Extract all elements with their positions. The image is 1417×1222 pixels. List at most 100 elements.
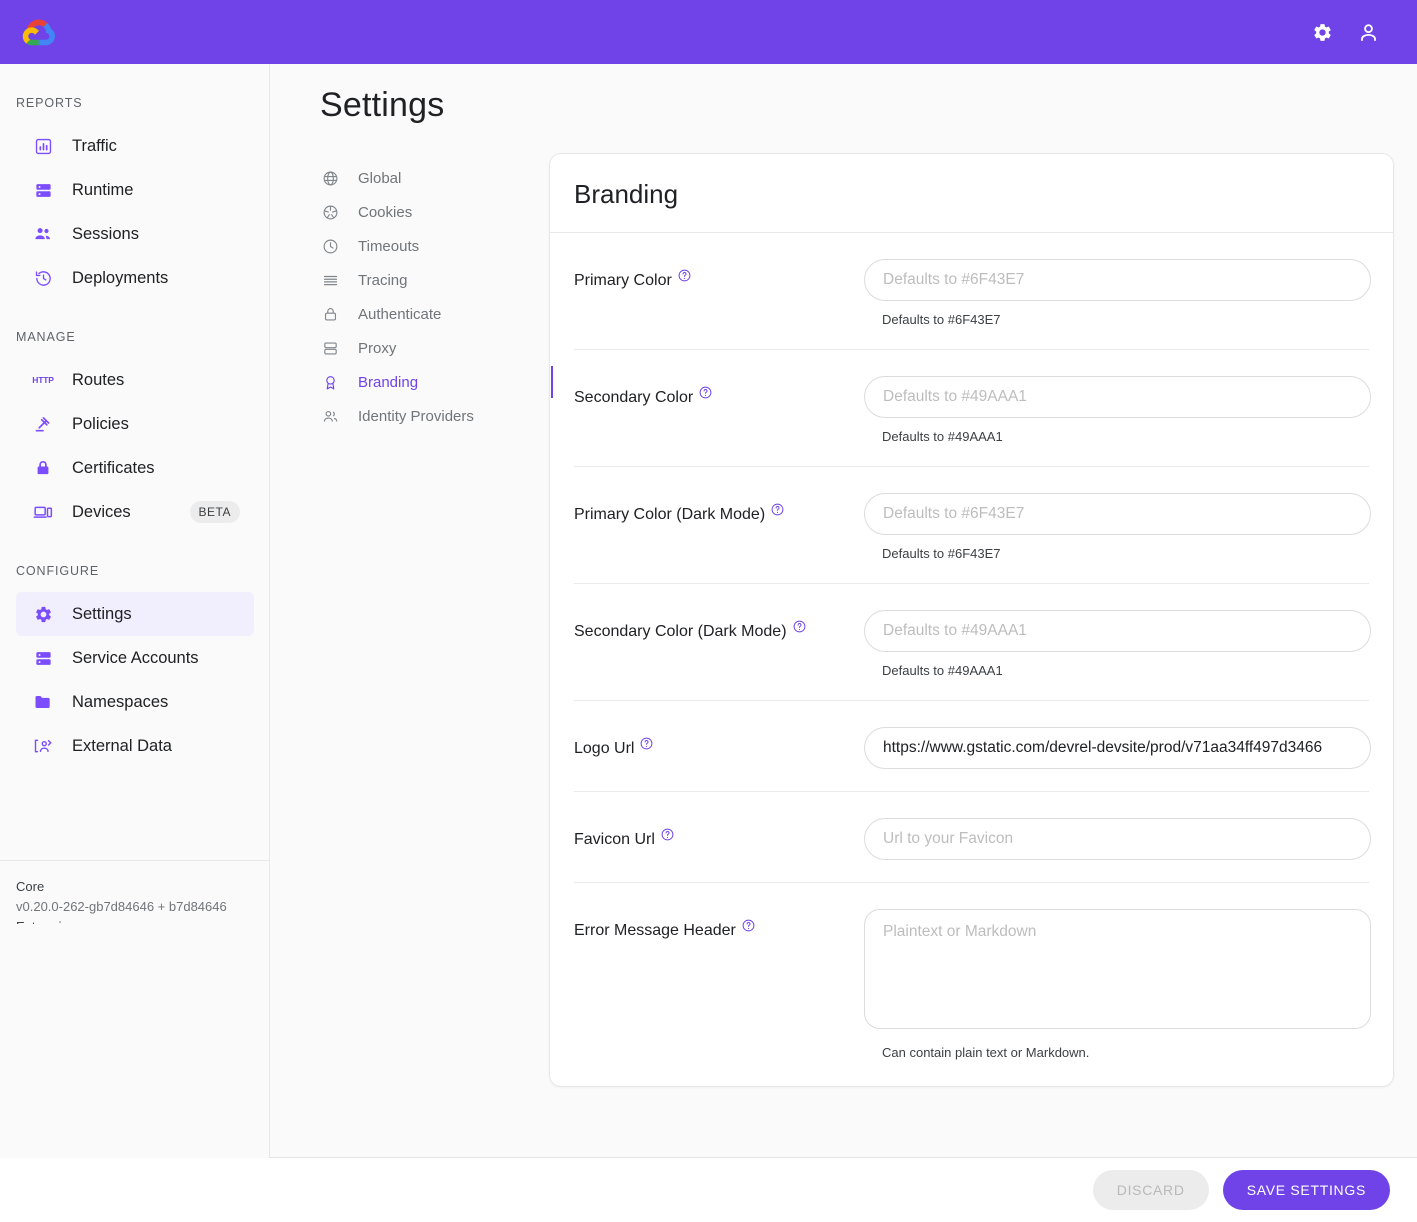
field-label-col: Error Message Header — [574, 909, 864, 940]
settings-subnav: Global Cookies Timeouts Tracing — [320, 153, 525, 1087]
subnav-item-cookies[interactable]: Cookies — [320, 195, 525, 229]
globe-icon — [320, 168, 340, 188]
field-logo-url: Logo Url — [574, 701, 1369, 792]
help-icon[interactable] — [640, 737, 653, 750]
primary-color-input[interactable] — [864, 259, 1371, 301]
subnav-item-timeouts[interactable]: Timeouts — [320, 229, 525, 263]
secondary-color-input[interactable] — [864, 376, 1371, 418]
sidebar-item-label: Policies — [72, 415, 129, 434]
field-label-col: Secondary Color (Dark Mode) — [574, 610, 864, 641]
discard-button[interactable]: DISCARD — [1093, 1170, 1209, 1210]
sidebar-scroll-area[interactable]: REPORTS Traffic Runtime Sessions Deploym… — [0, 64, 270, 860]
sidebar-item-runtime[interactable]: Runtime — [16, 168, 254, 212]
people-icon — [32, 223, 54, 245]
help-icon[interactable] — [678, 269, 691, 282]
main-content: Settings Global Cookies Timeouts — [270, 64, 1417, 1158]
help-icon[interactable] — [793, 620, 806, 633]
account-icon[interactable] — [1345, 9, 1391, 55]
gavel-icon — [32, 413, 54, 435]
field-hint: Defaults to #49AAA1 — [882, 663, 1371, 678]
sidebar-item-deployments[interactable]: Deployments — [16, 256, 254, 300]
field-input-col — [864, 818, 1371, 860]
field-secondary-color-dark: Secondary Color (Dark Mode) Defaults to … — [574, 584, 1369, 701]
help-icon[interactable] — [742, 919, 755, 932]
history-icon — [32, 267, 54, 289]
field-primary-color-dark: Primary Color (Dark Mode) Defaults to #6… — [574, 467, 1369, 584]
field-label-text: Secondary Color (Dark Mode) — [574, 623, 787, 641]
google-cloud-logo[interactable] — [20, 12, 62, 52]
card-header: Branding — [550, 154, 1393, 233]
subnav-item-label: Identity Providers — [358, 408, 474, 425]
sidebar-section-reports-label: REPORTS — [0, 96, 270, 110]
error-message-header-textarea[interactable] — [864, 909, 1371, 1029]
lock-icon — [32, 457, 54, 479]
chart-bar-icon — [32, 135, 54, 157]
field-hint: Defaults to #49AAA1 — [882, 429, 1371, 444]
favicon-url-input[interactable] — [864, 818, 1371, 860]
lock-icon — [320, 304, 340, 324]
sidebar-item-sessions[interactable]: Sessions — [16, 212, 254, 256]
sidebar-item-policies[interactable]: Policies — [16, 402, 254, 446]
sidebar-item-label: Routes — [72, 371, 124, 390]
logo-url-input[interactable] — [864, 727, 1371, 769]
help-icon[interactable] — [699, 386, 712, 399]
server-icon — [32, 647, 54, 669]
field-secondary-color: Secondary Color Defaults to #49AAA1 — [574, 350, 1369, 467]
help-icon[interactable] — [661, 828, 674, 841]
sidebar-item-label: Namespaces — [72, 693, 168, 712]
subnav-item-branding[interactable]: Branding — [320, 365, 525, 399]
cookie-icon — [320, 202, 340, 222]
subnav-item-label: Authenticate — [358, 306, 441, 323]
sidebar-item-label: External Data — [72, 737, 172, 756]
devices-icon — [32, 501, 54, 523]
field-label: Primary Color (Dark Mode) — [574, 506, 784, 524]
save-settings-button[interactable]: SAVE SETTINGS — [1223, 1170, 1390, 1210]
subnav-item-proxy[interactable]: Proxy — [320, 331, 525, 365]
card-title: Branding — [574, 179, 1369, 210]
field-error-message-header: Error Message Header Can contain plain t… — [574, 883, 1369, 1086]
gear-icon[interactable] — [1299, 9, 1345, 55]
subnav-item-tracing[interactable]: Tracing — [320, 263, 525, 297]
sidebar-item-label: Deployments — [72, 269, 168, 288]
subnav-item-label: Proxy — [358, 340, 396, 357]
field-label-col: Logo Url — [574, 727, 864, 758]
subnav-item-identity-providers[interactable]: Identity Providers — [320, 399, 525, 433]
sidebar-item-label: Devices — [72, 503, 131, 522]
field-hint: Defaults to #6F43E7 — [882, 546, 1371, 561]
award-icon — [320, 372, 340, 392]
field-label-text: Favicon Url — [574, 831, 655, 849]
primary-color-dark-input[interactable] — [864, 493, 1371, 535]
sidebar-item-label: Traffic — [72, 137, 117, 156]
core-label: Core — [16, 877, 253, 897]
sidebar-item-devices[interactable]: Devices BETA — [16, 490, 254, 534]
page-title: Settings — [320, 86, 1417, 125]
subnav-item-label: Branding — [358, 374, 418, 391]
server-icon — [32, 179, 54, 201]
core-version: v0.20.0-262-gb7d84646 + b7d84646 — [16, 897, 253, 917]
sidebar-item-settings[interactable]: Settings — [16, 592, 254, 636]
field-hint: Can contain plain text or Markdown. — [882, 1045, 1371, 1060]
lines-icon — [320, 270, 340, 290]
field-input-col — [864, 727, 1371, 769]
people-icon — [320, 406, 340, 426]
sidebar-item-routes[interactable]: HTTP Routes — [16, 358, 254, 402]
field-primary-color: Primary Color Defaults to #6F43E7 — [574, 233, 1369, 350]
gear-icon — [32, 603, 54, 625]
field-label-col: Primary Color (Dark Mode) — [574, 493, 864, 524]
subnav-item-global[interactable]: Global — [320, 161, 525, 195]
subnav-item-authenticate[interactable]: Authenticate — [320, 297, 525, 331]
field-label-col: Primary Color — [574, 259, 864, 290]
sidebar-item-certificates[interactable]: Certificates — [16, 446, 254, 490]
sidebar-item-namespaces[interactable]: Namespaces — [16, 680, 254, 724]
sidebar-item-service-accounts[interactable]: Service Accounts — [16, 636, 254, 680]
version-info: Core v0.20.0-262-gb7d84646 + b7d84646 En… — [0, 860, 269, 924]
sidebar-section-configure-label: CONFIGURE — [0, 564, 270, 578]
secondary-color-dark-input[interactable] — [864, 610, 1371, 652]
field-label: Favicon Url — [574, 831, 674, 849]
action-bar: DISCARD SAVE SETTINGS — [0, 1158, 1417, 1222]
help-icon[interactable] — [771, 503, 784, 516]
sidebar-item-external-data[interactable]: External Data — [16, 724, 254, 768]
sidebar-item-traffic[interactable]: Traffic — [16, 124, 254, 168]
http-icon: HTTP — [32, 369, 54, 391]
sidebar-item-label: Certificates — [72, 459, 155, 478]
